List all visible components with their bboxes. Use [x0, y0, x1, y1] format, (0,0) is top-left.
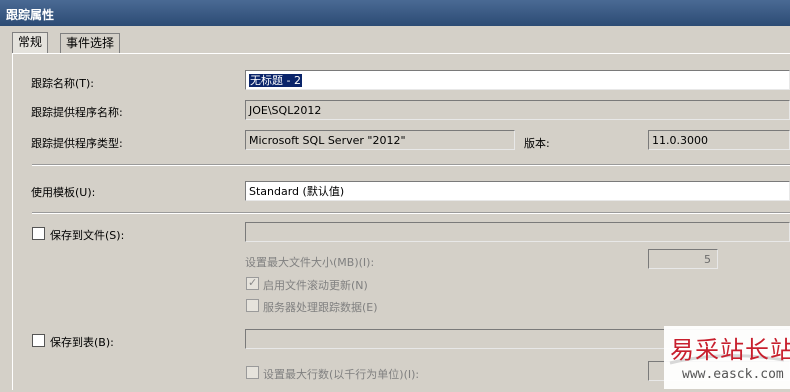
tab-events-selection[interactable]: 事件选择: [60, 33, 121, 53]
provider-name-label: 跟踪提供程序名称:: [31, 106, 123, 119]
max-file-size-input[interactable]: 5: [648, 249, 718, 269]
version-value: 11.0.3000: [652, 134, 708, 147]
max-file-size-label: 设置最大文件大小(MB)(I):: [245, 256, 375, 269]
watermark-text: 易采站长站: [670, 336, 790, 364]
version-label: 版本:: [524, 137, 550, 150]
save-to-file-path-field: [245, 222, 790, 242]
separator: [32, 212, 790, 214]
separator: [32, 164, 790, 166]
tab-strip: 常规 事件选择: [0, 26, 790, 54]
template-label: 使用模板(U):: [31, 186, 96, 199]
watermark-logo: 易采站长站 www.easck.com: [664, 326, 790, 389]
provider-type-field: Microsoft SQL Server "2012": [245, 130, 515, 150]
version-field: 11.0.3000: [648, 130, 790, 150]
enable-rollover-label: 启用文件滚动更新(N): [263, 279, 368, 292]
provider-type-value: Microsoft SQL Server "2012": [249, 134, 406, 147]
max-file-size-value: 5: [704, 253, 711, 266]
server-process-checkbox[interactable]: [246, 299, 259, 312]
max-rows-label: 设置最大行数(以千行为单位)(I):: [263, 368, 420, 381]
save-to-table-label: 保存到表(B):: [50, 336, 114, 349]
max-rows-checkbox[interactable]: [246, 366, 259, 379]
server-process-label: 服务器处理跟踪数据(E): [263, 301, 378, 314]
trace-name-value: 无标题 - 2: [249, 74, 302, 87]
enable-rollover-checkbox[interactable]: ✓: [246, 276, 259, 290]
provider-name-value: JOE\SQL2012: [249, 104, 322, 117]
trace-name-label: 跟踪名称(T):: [31, 77, 95, 90]
provider-type-label: 跟踪提供程序类型:: [31, 137, 123, 150]
template-select[interactable]: Standard (默认值): [245, 181, 790, 201]
save-to-table-checkbox[interactable]: [32, 334, 45, 347]
template-value: Standard (默认值): [249, 185, 345, 198]
window-title: 跟踪属性: [6, 8, 55, 22]
tab-general[interactable]: 常规: [12, 32, 49, 54]
watermark-url: www.easck.com: [682, 367, 784, 382]
provider-name-field: JOE\SQL2012: [245, 100, 790, 120]
check-mark-icon: ✓: [248, 276, 258, 289]
save-to-file-label: 保存到文件(S):: [50, 229, 125, 242]
save-to-file-checkbox[interactable]: [32, 227, 45, 240]
title-bar: 跟踪属性: [0, 0, 790, 26]
trace-name-input[interactable]: 无标题 - 2: [245, 70, 790, 90]
